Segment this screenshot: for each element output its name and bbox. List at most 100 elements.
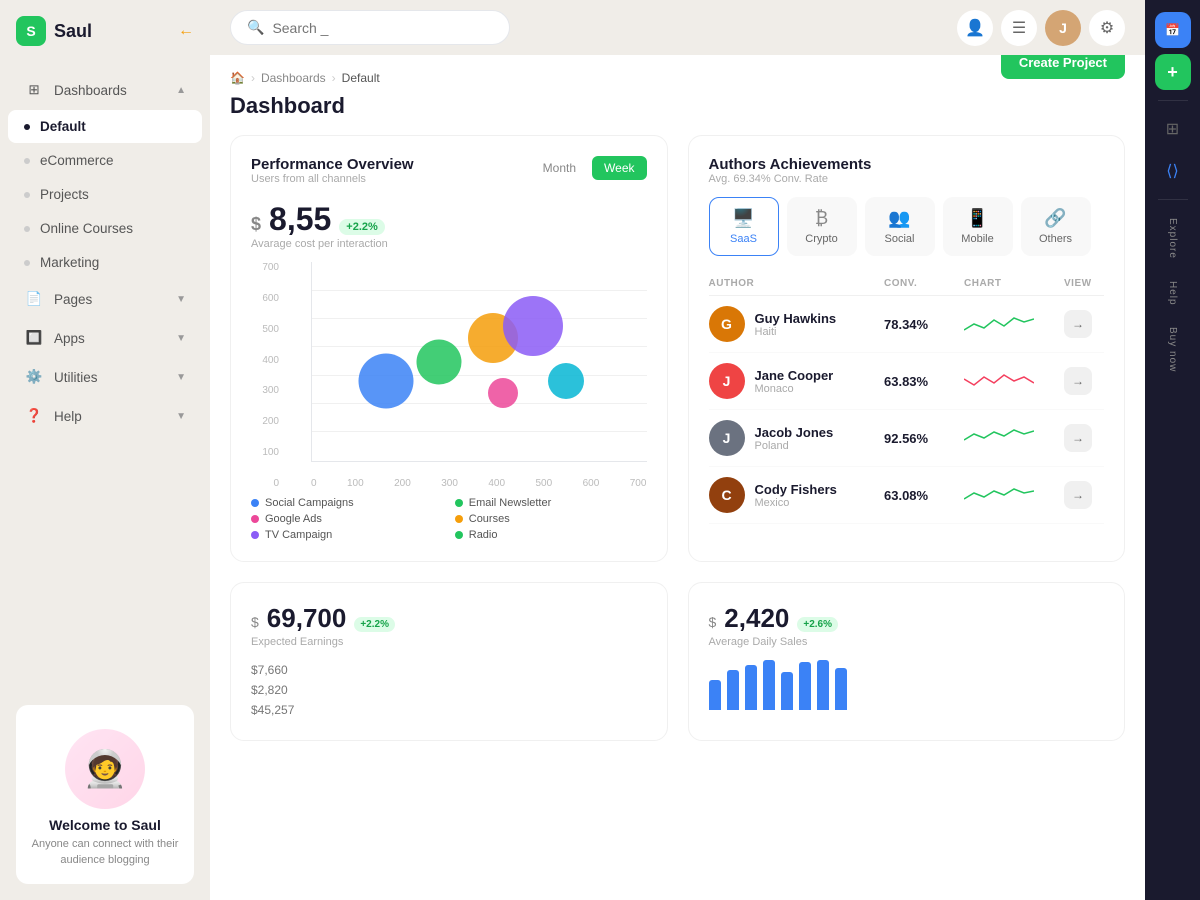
sidebar-item-pages[interactable]: 📄 Pages ▼ xyxy=(8,280,202,318)
period-tabs: Month Week xyxy=(531,156,647,180)
author-info-guy: G Guy Hawkins Haiti xyxy=(709,306,885,342)
author-name-cody: Cody Fishers xyxy=(755,482,837,497)
chart-jacob xyxy=(964,426,1064,451)
view-btn-jacob[interactable]: → xyxy=(1064,424,1092,452)
sidebar-item-help[interactable]: ❓ Help ▼ xyxy=(8,397,202,435)
topbar-settings-icon[interactable]: ⚙ xyxy=(1089,10,1125,46)
author-info-jacob: J Jacob Jones Poland xyxy=(709,420,885,456)
sidebar-item-ecommerce[interactable]: eCommerce xyxy=(8,144,202,177)
bar xyxy=(799,662,811,710)
breadcrumb-home[interactable]: 🏠 xyxy=(230,71,245,85)
panel-icon-1[interactable]: ⊞ xyxy=(1155,111,1191,147)
others-icon: 🔗 xyxy=(1044,208,1066,229)
bar xyxy=(763,660,775,710)
add-icon[interactable]: + xyxy=(1155,54,1191,90)
col-view: VIEW xyxy=(1064,278,1104,289)
legend-email-newsletter: Email Newsletter xyxy=(455,497,647,509)
sidebar-item-utilities[interactable]: ⚙️ Utilities ▼ xyxy=(8,358,202,396)
sidebar-item-projects[interactable]: Projects xyxy=(8,178,202,211)
right-panel: 📅 + ⊞ ⟨⟩ Explore Help Buy now xyxy=(1145,0,1200,900)
breadcrumb-trail: 🏠 › Dashboards › Default xyxy=(230,71,380,85)
logo-icon: S xyxy=(16,16,46,46)
earnings-item-3: $45,257 xyxy=(251,700,647,720)
chevron-icon: ▲ xyxy=(176,85,186,96)
panel-icon-2[interactable]: ⟨⟩ xyxy=(1155,153,1191,189)
perf-header: Performance Overview Users from all chan… xyxy=(251,156,647,197)
buy-now-label[interactable]: Buy now xyxy=(1167,327,1178,372)
authors-card: Authors Achievements Avg. 69.34% Conv. R… xyxy=(688,135,1126,562)
author-name-jacob: Jacob Jones xyxy=(755,425,834,440)
metric-label: Avarage cost per interaction xyxy=(251,238,647,250)
cat-tab-saas-label: SaaS xyxy=(730,233,757,245)
sidebar-item-online-courses[interactable]: Online Courses xyxy=(8,212,202,245)
sidebar-item-label: Dashboards xyxy=(54,83,127,98)
bubble-radio xyxy=(548,363,584,399)
bubble-chart-container: 7006005004003002001000 xyxy=(281,262,647,489)
cat-tab-mobile[interactable]: 📱 Mobile xyxy=(943,197,1013,256)
welcome-card: 🧑‍🚀 Welcome to Saul Anyone can connect w… xyxy=(16,705,194,884)
view-btn-guy[interactable]: → xyxy=(1064,310,1092,338)
sidebar-item-marketing[interactable]: Marketing xyxy=(8,246,202,279)
welcome-title: Welcome to Saul xyxy=(28,817,182,833)
explore-label[interactable]: Explore xyxy=(1167,218,1178,259)
breadcrumb-current: Default xyxy=(342,71,380,85)
metric-value-row: $ 8,55 +2.2% xyxy=(251,201,647,238)
cat-tab-crypto[interactable]: ₿ Crypto xyxy=(787,197,857,256)
author-location-jane: Monaco xyxy=(755,383,834,395)
bar xyxy=(781,672,793,710)
legend-radio: Radio xyxy=(455,529,647,541)
bubble-courses xyxy=(503,296,563,356)
earnings-value: 69,700 xyxy=(267,603,347,634)
bar-chart xyxy=(709,660,1105,710)
bubble-social xyxy=(358,354,413,409)
author-location-guy: Haiti xyxy=(755,326,837,338)
user-avatar[interactable]: J xyxy=(1045,10,1081,46)
x-axis-labels: 0100200300400500600700 xyxy=(281,474,647,489)
view-btn-jane[interactable]: → xyxy=(1064,367,1092,395)
crypto-icon: ₿ xyxy=(815,208,828,229)
conv-cody: 63.08% xyxy=(884,488,964,503)
create-project-button[interactable]: Create Project xyxy=(1001,55,1125,79)
metric-number: 8,55 xyxy=(269,201,331,238)
cat-tab-others-label: Others xyxy=(1039,233,1072,245)
sidebar-item-label: Apps xyxy=(54,331,85,346)
tab-week[interactable]: Week xyxy=(592,156,646,180)
search-input[interactable] xyxy=(272,20,493,36)
metric-badge: +2.2% xyxy=(339,219,385,235)
bubble-chart xyxy=(311,262,647,462)
bubble-tv xyxy=(488,378,518,408)
cat-tab-social[interactable]: 👥 Social xyxy=(865,197,935,256)
bar xyxy=(709,680,721,710)
cat-tab-saas[interactable]: 🖥️ SaaS xyxy=(709,197,779,256)
sidebar-item-label: Default xyxy=(40,119,86,134)
breadcrumb-dashboards[interactable]: Dashboards xyxy=(261,71,326,85)
search-box[interactable]: 🔍 xyxy=(230,10,510,45)
metric-dollar: $ xyxy=(251,214,261,235)
sidebar-item-dashboards[interactable]: ⊞ Dashboards ▲ xyxy=(8,71,202,109)
help-label[interactable]: Help xyxy=(1167,281,1178,306)
tab-month[interactable]: Month xyxy=(531,156,588,180)
authors-table: AUTHOR CONV. CHART VIEW G Guy Hawkins Ha… xyxy=(709,272,1105,524)
daily-sales-value: 2,420 xyxy=(724,603,789,634)
help-icon: ❓ xyxy=(24,406,44,426)
earnings-card: $ 69,700 +2.2% Expected Earnings $7,660 … xyxy=(230,582,668,741)
chevron-icon: ▼ xyxy=(176,294,186,305)
back-arrow-icon[interactable]: ← xyxy=(178,22,194,40)
category-tabs: 🖥️ SaaS ₿ Crypto 👥 Social 📱 Mobile xyxy=(709,197,1105,256)
sidebar-item-default[interactable]: Default xyxy=(8,110,202,143)
cat-tab-others[interactable]: 🔗 Others xyxy=(1021,197,1091,256)
mobile-icon: 📱 xyxy=(966,208,988,229)
panel-divider-2 xyxy=(1158,199,1188,200)
welcome-subtitle: Anyone can connect with their audience b… xyxy=(28,837,182,868)
calendar-icon[interactable]: 📅 xyxy=(1155,12,1191,48)
view-btn-cody[interactable]: → xyxy=(1064,481,1092,509)
dashboard-area: 🏠 › Dashboards › Default Create Project … xyxy=(210,55,1145,900)
earnings-badge: +2.2% xyxy=(354,617,395,632)
chevron-icon: ▼ xyxy=(176,372,186,383)
sidebar-item-apps[interactable]: 🔲 Apps ▼ xyxy=(8,319,202,357)
sidebar-item-label: Online Courses xyxy=(40,221,133,236)
table-row: G Guy Hawkins Haiti 78.34% → xyxy=(709,296,1105,353)
topbar-menu-btn[interactable]: ☰ xyxy=(1001,10,1037,46)
topbar-avatar-small[interactable]: 👤 xyxy=(957,10,993,46)
bar xyxy=(817,660,829,710)
